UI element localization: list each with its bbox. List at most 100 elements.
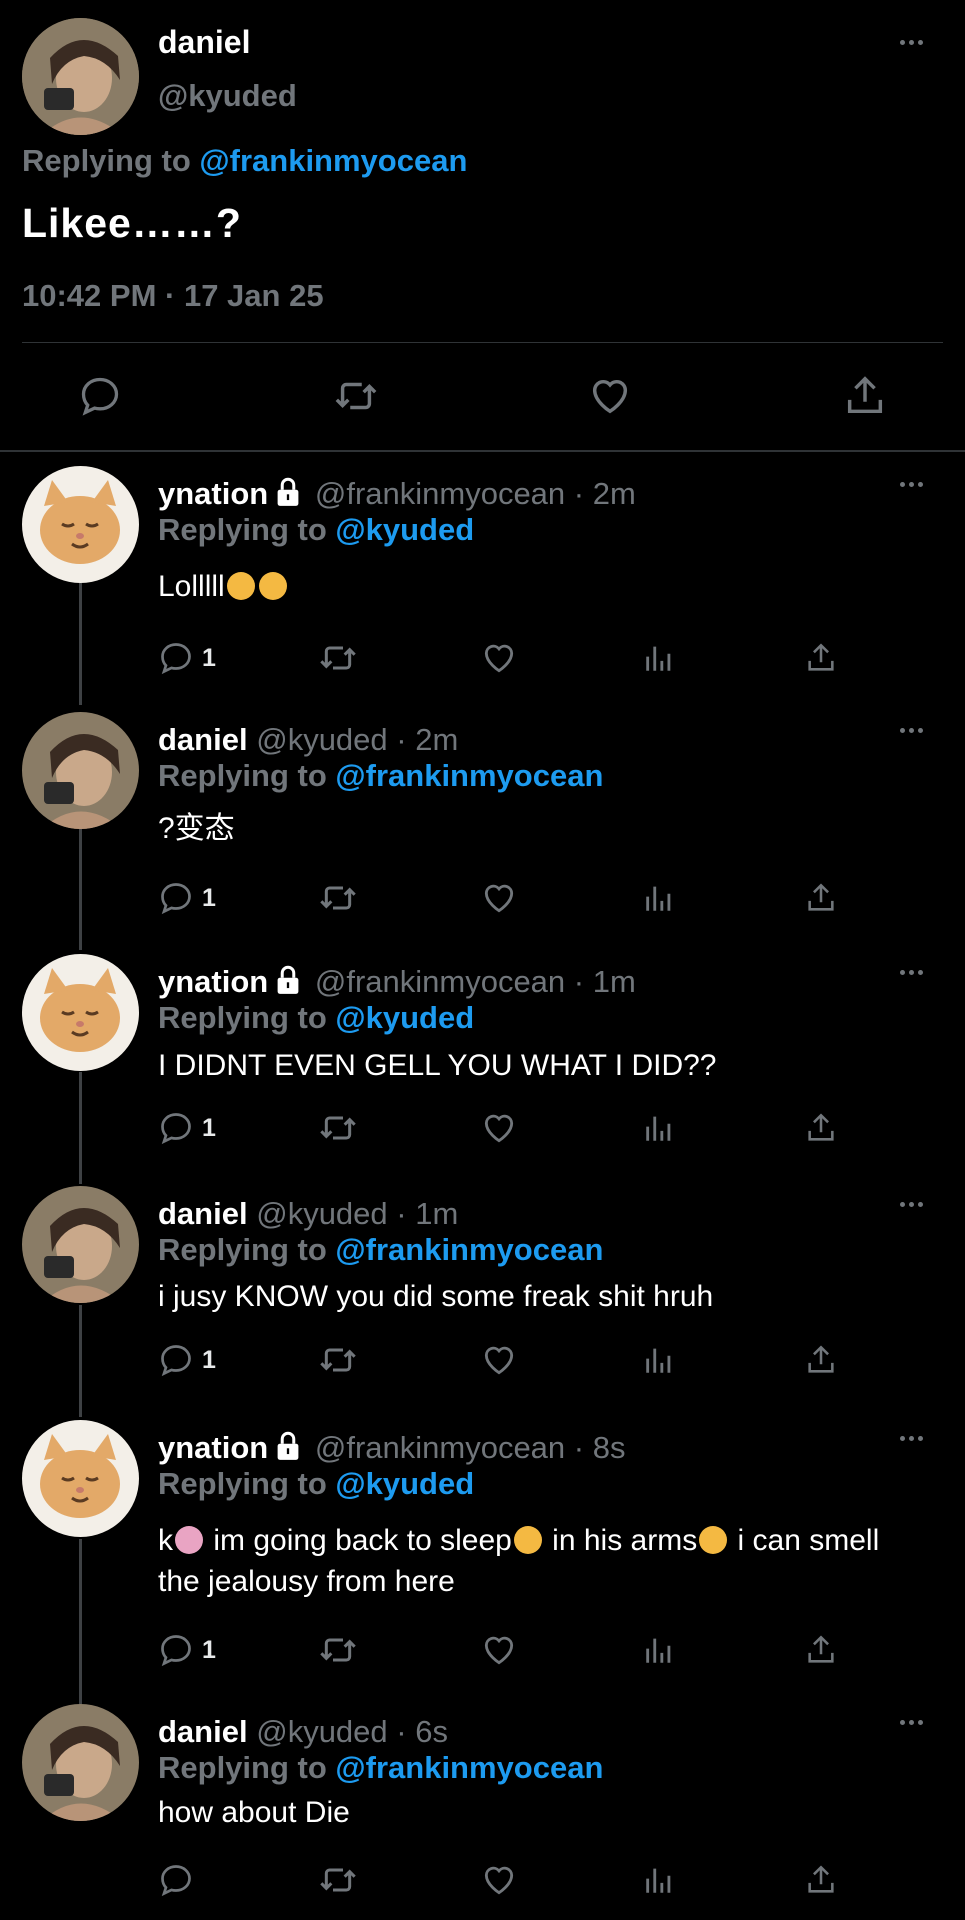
- cat-avatar[interactable]: [22, 954, 139, 1071]
- more-options-icon[interactable]: [900, 40, 923, 45]
- share-icon[interactable]: [804, 1858, 838, 1902]
- tweet-timestamp[interactable]: 10:42 PM · 17 Jan 25: [22, 278, 324, 314]
- retweet-icon[interactable]: [318, 1858, 358, 1902]
- analytics-icon[interactable]: [642, 1106, 676, 1150]
- author-name[interactable]: ynation: [158, 964, 268, 999]
- tears-of-joy-icon: [513, 1526, 542, 1554]
- more-options-icon[interactable]: [900, 1720, 923, 1725]
- replying-to: Replying to @frankinmyocean: [158, 758, 603, 794]
- like-icon[interactable]: [480, 1338, 518, 1382]
- author-name[interactable]: ynation: [158, 476, 268, 511]
- retweet-icon[interactable]: [318, 1628, 358, 1672]
- handle-time[interactable]: @kyuded · 1m: [256, 1196, 458, 1231]
- reply-header: daniel @kyuded · 1m: [158, 1196, 458, 1232]
- reply-tweet[interactable]: ynation @frankinmyocean · 2m Replying to…: [0, 466, 965, 686]
- replying-to: Replying to @frankinmyocean: [22, 143, 467, 179]
- reply-text: ?变态: [158, 812, 235, 845]
- reply-actions: 1: [158, 636, 858, 680]
- reply-count: 1: [202, 883, 216, 912]
- like-icon[interactable]: [480, 1106, 518, 1150]
- mention-link[interactable]: @kyuded: [335, 512, 474, 547]
- text-part: in his arms: [543, 1524, 698, 1557]
- analytics-icon[interactable]: [642, 1338, 676, 1382]
- replying-to: Replying to @frankinmyocean: [158, 1750, 603, 1786]
- more-options-icon[interactable]: [900, 1436, 923, 1441]
- main-tweet: daniel @kyuded Replying to @frankinmyoce…: [0, 0, 965, 452]
- author-name[interactable]: daniel: [158, 722, 248, 757]
- reply-tweet[interactable]: daniel @kyuded · 1m Replying to @frankin…: [0, 1186, 965, 1406]
- share-icon[interactable]: [835, 366, 895, 426]
- mention-link[interactable]: @frankinmyocean: [199, 143, 467, 178]
- retweet-icon[interactable]: [326, 366, 386, 426]
- handle-time[interactable]: @frankinmyocean · 2m: [315, 476, 636, 511]
- reply-tweet[interactable]: daniel @kyuded · 2m Replying to @frankin…: [0, 712, 965, 932]
- retweet-icon[interactable]: [318, 876, 358, 920]
- reply-button[interactable]: [158, 1858, 202, 1902]
- reply-count: 1: [202, 643, 216, 672]
- reply-icon[interactable]: [70, 366, 130, 426]
- retweet-icon[interactable]: [318, 1338, 358, 1382]
- share-icon[interactable]: [804, 636, 838, 680]
- replying-to: Replying to @frankinmyocean: [158, 1232, 603, 1268]
- handle-time[interactable]: @kyuded · 6s: [256, 1714, 448, 1749]
- lock-icon: [274, 965, 302, 1003]
- daniel-avatar[interactable]: [22, 1186, 139, 1303]
- reply-count: 1: [202, 1113, 216, 1142]
- reply-text: how about Die: [158, 1796, 350, 1829]
- daniel-avatar[interactable]: [22, 712, 139, 829]
- like-icon[interactable]: [480, 1858, 518, 1902]
- like-icon[interactable]: [480, 876, 518, 920]
- share-icon[interactable]: [804, 1628, 838, 1672]
- like-icon[interactable]: [580, 366, 640, 426]
- reply-text: k im going back to sleep in his arms i c…: [158, 1520, 928, 1602]
- author-name[interactable]: ynation: [158, 1430, 268, 1465]
- like-icon[interactable]: [480, 1628, 518, 1672]
- reply-tweet[interactable]: ynation @frankinmyocean · 1m Replying to…: [0, 954, 965, 1174]
- reply-button[interactable]: 1: [158, 1338, 216, 1382]
- reply-header: daniel @kyuded · 2m: [158, 722, 458, 758]
- daniel-avatar[interactable]: [22, 18, 139, 135]
- replying-label: Replying to: [158, 1466, 327, 1501]
- reply-tweet[interactable]: ynation @frankinmyocean · 8s Replying to…: [0, 1420, 965, 1680]
- mention-link[interactable]: @kyuded: [335, 1000, 474, 1035]
- more-options-icon[interactable]: [900, 728, 923, 733]
- reply-button[interactable]: 1: [158, 1628, 216, 1672]
- analytics-icon[interactable]: [642, 636, 676, 680]
- handle-time[interactable]: @frankinmyocean · 8s: [315, 1430, 626, 1465]
- mention-link[interactable]: @frankinmyocean: [335, 1232, 603, 1267]
- reply-actions: 1: [158, 1628, 858, 1672]
- daniel-avatar[interactable]: [22, 1704, 139, 1821]
- reply-button[interactable]: 1: [158, 876, 216, 920]
- cat-avatar[interactable]: [22, 466, 139, 583]
- reply-tweet[interactable]: daniel @kyuded · 6s Replying to @frankin…: [0, 1704, 965, 1914]
- analytics-icon[interactable]: [642, 1628, 676, 1672]
- mention-link[interactable]: @frankinmyocean: [335, 758, 603, 793]
- cat-avatar[interactable]: [22, 1420, 139, 1537]
- author-name[interactable]: daniel: [158, 24, 250, 61]
- mention-link[interactable]: @kyuded: [335, 1466, 474, 1501]
- author-name[interactable]: daniel: [158, 1196, 248, 1231]
- like-icon[interactable]: [480, 636, 518, 680]
- retweet-icon[interactable]: [318, 636, 358, 680]
- retweet-icon[interactable]: [318, 1106, 358, 1150]
- more-options-icon[interactable]: [900, 1202, 923, 1207]
- more-options-icon[interactable]: [900, 482, 923, 487]
- handle-time[interactable]: @frankinmyocean · 1m: [315, 964, 636, 999]
- woman-shrugging-icon: [175, 1526, 203, 1554]
- text-part: im going back to sleep: [205, 1524, 512, 1557]
- analytics-icon[interactable]: [642, 1858, 676, 1902]
- author-name[interactable]: daniel: [158, 1714, 248, 1749]
- share-icon[interactable]: [804, 1106, 838, 1150]
- share-icon[interactable]: [804, 876, 838, 920]
- share-icon[interactable]: [804, 1338, 838, 1382]
- author-handle[interactable]: @kyuded: [158, 78, 297, 114]
- analytics-icon[interactable]: [642, 876, 676, 920]
- replying-to: Replying to @kyuded: [158, 1466, 474, 1502]
- reply-button[interactable]: 1: [158, 1106, 216, 1150]
- handle-time[interactable]: @kyuded · 2m: [256, 722, 458, 757]
- more-options-icon[interactable]: [900, 970, 923, 975]
- replying-label: Replying to: [158, 1000, 327, 1035]
- divider: [0, 450, 965, 452]
- mention-link[interactable]: @frankinmyocean: [335, 1750, 603, 1785]
- reply-button[interactable]: 1: [158, 636, 216, 680]
